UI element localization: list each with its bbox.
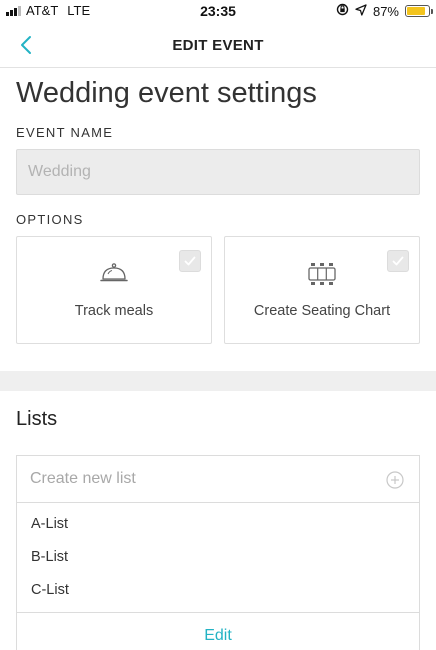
battery-percent: 87% bbox=[372, 3, 399, 19]
status-bar: AT&T LTE 23:35 87% bbox=[0, 0, 436, 22]
checkmark-icon bbox=[184, 256, 196, 266]
edit-lists-button[interactable]: Edit bbox=[17, 627, 419, 645]
plus-circle-icon[interactable] bbox=[386, 471, 404, 489]
seating-chart-option[interactable]: Create Seating Chart bbox=[224, 236, 420, 344]
options-label: OPTIONS bbox=[16, 212, 84, 227]
track-meals-checkbox[interactable] bbox=[179, 250, 201, 272]
list-item[interactable]: B-List bbox=[31, 549, 68, 565]
seating-chart-label: Create Seating Chart bbox=[253, 303, 391, 319]
lists-panel: A-List B-List C-List Edit bbox=[16, 455, 420, 650]
page-title: Wedding event settings bbox=[16, 77, 317, 109]
battery-level-fill bbox=[407, 7, 426, 15]
track-meals-label: Track meals bbox=[74, 303, 154, 319]
battery-icon bbox=[405, 5, 433, 17]
navigation-bar: EDIT EVENT bbox=[0, 22, 436, 68]
event-name-input[interactable] bbox=[16, 149, 420, 195]
new-list-row bbox=[17, 456, 419, 503]
lists-title: Lists bbox=[16, 408, 58, 430]
seating-chart-checkbox[interactable] bbox=[387, 250, 409, 272]
track-meals-option[interactable]: Track meals bbox=[16, 236, 212, 344]
list-item[interactable]: C-List bbox=[31, 582, 69, 598]
nav-title: EDIT EVENT bbox=[172, 37, 264, 54]
checkmark-icon bbox=[392, 256, 404, 266]
new-list-input[interactable] bbox=[30, 456, 360, 502]
event-name-label: EVENT NAME bbox=[16, 125, 114, 140]
location-arrow-icon bbox=[355, 3, 367, 19]
status-right: 87% bbox=[336, 3, 433, 19]
battery-tip bbox=[431, 9, 433, 14]
edit-row: Edit bbox=[17, 612, 419, 650]
section-divider bbox=[0, 371, 436, 391]
lock-rotation-icon bbox=[336, 3, 349, 19]
list-item[interactable]: A-List bbox=[31, 516, 68, 532]
